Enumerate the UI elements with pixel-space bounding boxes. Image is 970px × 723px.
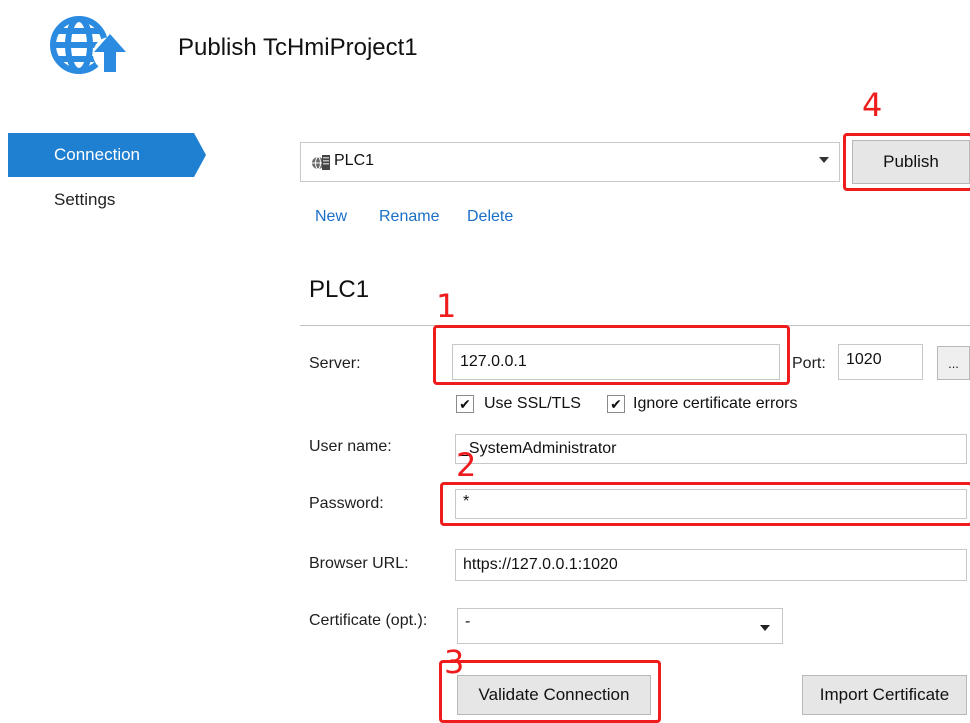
sidebar-item-connection[interactable]: Connection xyxy=(8,133,194,177)
certificate-label: Certificate (opt.): xyxy=(309,612,428,629)
new-profile-link[interactable]: New xyxy=(315,208,347,226)
port-input[interactable]: 1020 xyxy=(838,344,923,380)
sidebar-item-settings[interactable]: Settings xyxy=(54,190,115,210)
delete-profile-link[interactable]: Delete xyxy=(467,208,513,226)
annotation-box-publish xyxy=(843,133,970,191)
rename-profile-link[interactable]: Rename xyxy=(379,208,439,226)
chevron-down-icon xyxy=(819,157,829,163)
annotation-box-server xyxy=(433,325,790,385)
chevron-down-icon xyxy=(760,625,770,631)
use-ssl-checkbox[interactable]: ✔ xyxy=(456,395,474,413)
sidebar-item-label: Connection xyxy=(54,145,141,164)
ignore-cert-label: Ignore certificate errors xyxy=(633,395,798,412)
section-title: PLC1 xyxy=(309,276,370,303)
username-label: User name: xyxy=(309,438,392,455)
profile-select-value: PLC1 xyxy=(334,152,375,169)
annotation-number-4: 4 xyxy=(862,86,883,124)
certificate-select-value: - xyxy=(465,613,471,630)
annotation-number-3: 3 xyxy=(444,643,465,681)
server-icon xyxy=(311,152,331,172)
certificate-select[interactable]: - xyxy=(457,608,783,644)
server-label: Server: xyxy=(309,355,361,372)
username-input[interactable]: _SystemAdministrator xyxy=(455,434,967,464)
annotation-box-validate xyxy=(439,660,661,723)
annotation-box-password xyxy=(440,482,970,526)
port-label: Port: xyxy=(792,355,826,372)
globe-upload-icon xyxy=(48,14,130,76)
import-certificate-button[interactable]: Import Certificate xyxy=(802,675,967,715)
page-title: Publish TcHmiProject1 xyxy=(178,34,418,61)
profile-select[interactable]: PLC1 xyxy=(300,142,840,182)
ignore-cert-checkbox[interactable]: ✔ xyxy=(607,395,625,413)
annotation-number-1: 1 xyxy=(436,287,457,325)
annotation-number-2: 2 xyxy=(456,446,477,484)
browser-url-label: Browser URL: xyxy=(309,555,409,572)
browser-url-input[interactable]: https://127.0.0.1:1020 xyxy=(455,549,967,581)
more-options-button[interactable]: ... xyxy=(937,346,970,380)
active-indicator-arrow xyxy=(194,133,206,177)
use-ssl-label: Use SSL/TLS xyxy=(484,395,581,412)
password-label: Password: xyxy=(309,495,384,512)
